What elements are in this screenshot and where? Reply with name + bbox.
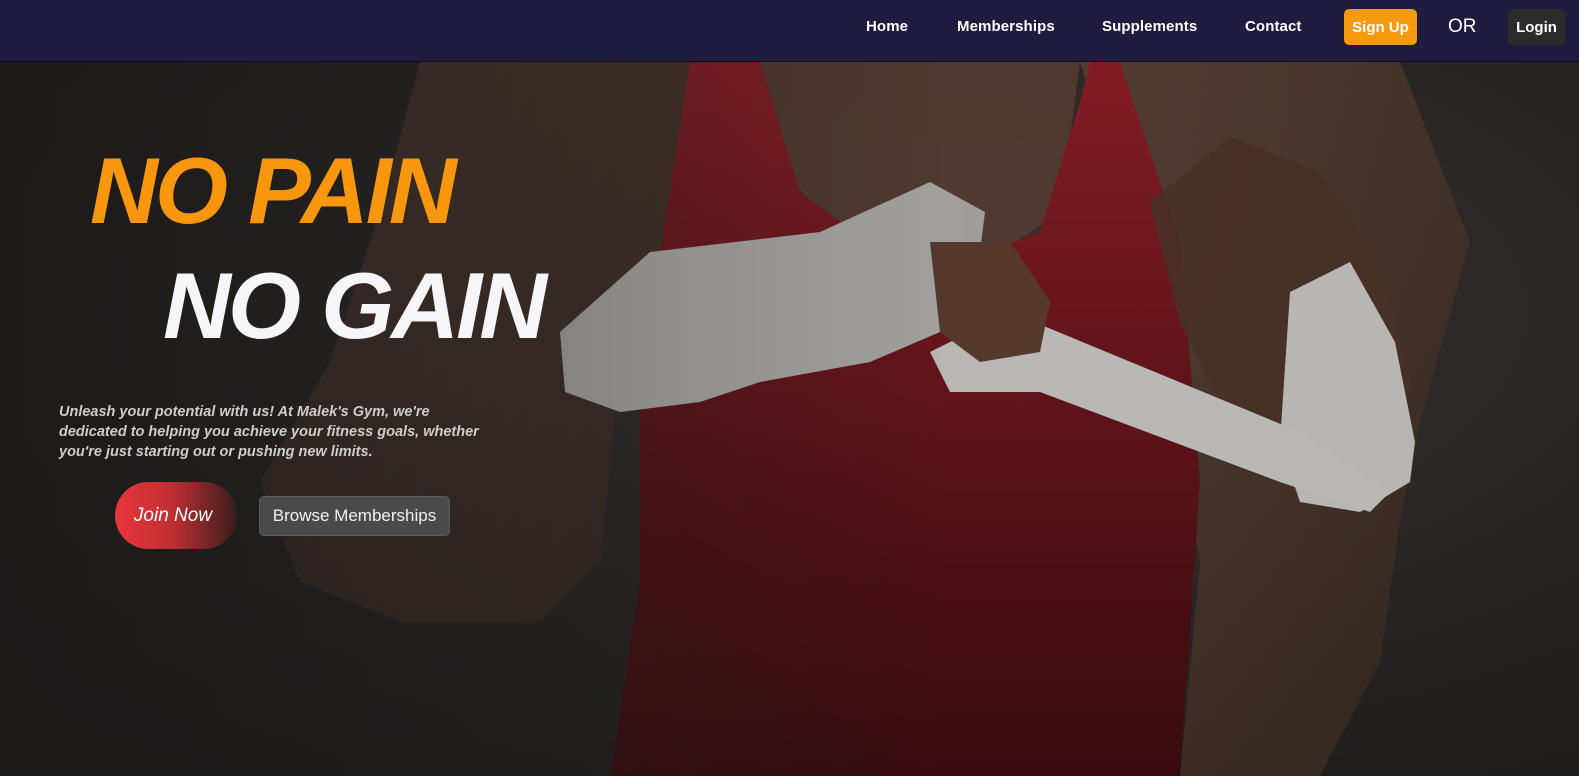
- join-now-button[interactable]: Join Now: [115, 482, 237, 549]
- browse-memberships-button[interactable]: Browse Memberships: [259, 496, 450, 536]
- login-button[interactable]: Login: [1508, 9, 1565, 45]
- hero-tagline: Unleash your potential with us! At Malek…: [59, 404, 479, 460]
- hero-section: NO PAIN NO GAIN Unleash your potential w…: [0, 62, 1579, 776]
- or-separator: OR: [1448, 16, 1477, 37]
- hero-title-line-1: NO PAIN: [90, 138, 457, 243]
- nav-link-home[interactable]: Home: [866, 18, 908, 35]
- nav-link-memberships[interactable]: Memberships: [957, 18, 1055, 35]
- signup-button[interactable]: Sign Up: [1344, 9, 1417, 45]
- top-navbar: Home Memberships Supplements Contact Sig…: [0, 0, 1579, 62]
- hero-title-line-2: NO GAIN: [163, 253, 547, 358]
- nav-link-contact[interactable]: Contact: [1245, 18, 1302, 35]
- nav-link-supplements[interactable]: Supplements: [1102, 18, 1197, 35]
